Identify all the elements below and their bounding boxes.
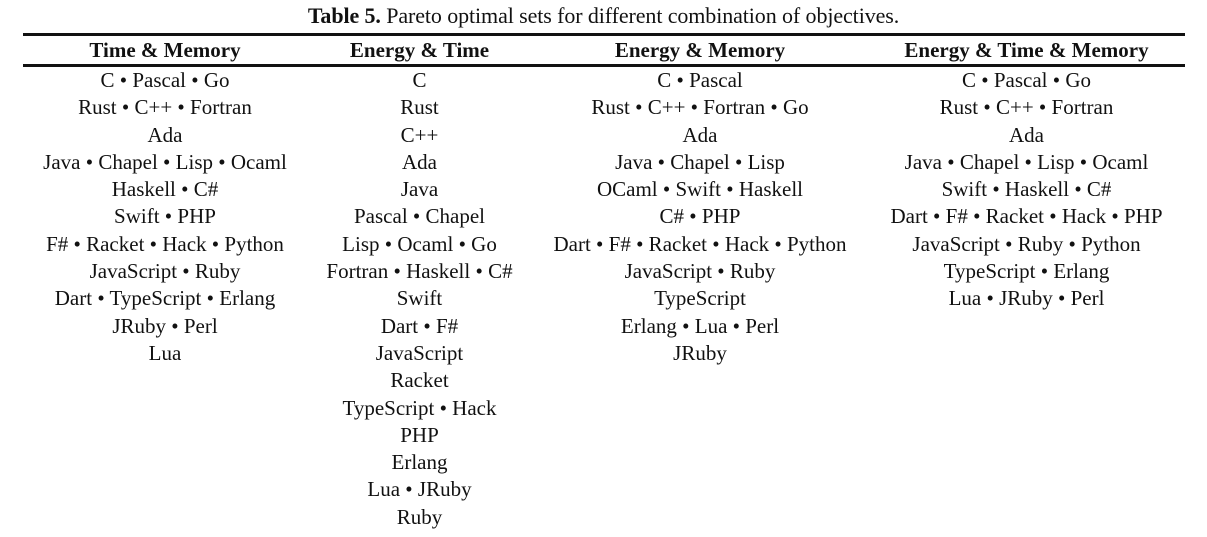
table-cell: C • Pascal <box>657 68 743 92</box>
table-cell: C++ <box>400 122 439 147</box>
table-cell: Swift • PHP <box>114 204 216 229</box>
table-cell: Swift <box>396 286 443 311</box>
table-cell: Ada <box>402 149 437 174</box>
table-cell: Lisp • Ocaml • Go <box>342 231 497 256</box>
table-cell: Dart • F# • Racket • Hack • Python <box>553 231 847 256</box>
column-header: Energy & Time & Memory <box>904 38 1149 62</box>
table-cell: Lua • JRuby <box>367 477 472 502</box>
table-cell: Java • Chapel • Lisp • Ocaml <box>904 149 1149 174</box>
table-cell: Ada <box>1009 122 1044 147</box>
column-header: Energy & Time <box>349 38 490 62</box>
table-cell: PHP <box>400 422 439 447</box>
table-cell: Ada <box>147 122 183 147</box>
table-cell: Fortran • Haskell • C# <box>326 259 513 284</box>
table-cell: Lua • JRuby • Perl <box>948 286 1105 311</box>
table-cell: TypeScript <box>654 286 746 311</box>
table-cell: Java • Chapel • Lisp • Ocaml <box>43 149 287 174</box>
column-header: Energy & Memory <box>614 38 786 62</box>
column-cells: C Rust C++ Ada Java Pascal • Chapel Lisp • Oca… <box>307 67 532 531</box>
table-cell: C • Pascal • Go <box>100 68 230 92</box>
table-cell: F# • Racket • Hack • Python <box>46 231 284 256</box>
column-cells: C • Pascal • Go Rust • C++ • Fortran Ada Ja… <box>23 67 307 367</box>
table-cell: Rust • C++ • Fortran • Go <box>591 95 809 120</box>
table-cell: JRuby <box>673 340 727 365</box>
table-cell: JRuby • Perl <box>112 313 218 338</box>
table-cell: Swift • Haskell • C# <box>941 177 1112 202</box>
table-cell: JavaScript • Ruby <box>89 259 241 284</box>
table-cell: C# • PHP <box>659 204 741 229</box>
table-cell: Rust <box>400 95 439 120</box>
column-cells: C • Pascal • Go Rust • C++ • Fortran Ada Ja… <box>868 67 1185 313</box>
table-cell: Ada <box>682 122 718 147</box>
table-cell: Dart • TypeScript • Erlang <box>54 286 276 311</box>
table-cell: C • Pascal • Go <box>961 68 1092 92</box>
table-cell: Ruby <box>396 504 443 529</box>
table-cell: Pascal • Chapel <box>354 204 485 229</box>
table-cell: TypeScript • Erlang <box>943 259 1110 284</box>
table-cell: JavaScript <box>375 340 464 365</box>
table-cell: Lua <box>148 340 182 365</box>
table-cell: Java • Chapel • Lisp <box>615 149 785 174</box>
table-cell: Haskell • C# <box>111 177 219 202</box>
table-cell: Dart • F# • Racket • Hack • PHP <box>890 204 1163 229</box>
table-cell: JavaScript • Ruby • Python <box>912 231 1141 256</box>
table-cell: TypeScript • Hack <box>342 395 497 420</box>
column-cells: C • Pascal Rust • C++ • Fortran • Go Ada Ja… <box>532 67 868 367</box>
table-cell: C <box>412 68 427 92</box>
caption-label: Table 5. <box>307 3 381 28</box>
table-cell: OCaml • Swift • Haskell <box>596 177 804 202</box>
table-cell: Dart • F# <box>380 313 459 338</box>
table-cell: Erlang • Lua • Perl <box>620 313 780 338</box>
table-cell: Racket <box>390 368 449 393</box>
table-cell: Rust • C++ • Fortran <box>939 95 1114 120</box>
table-cell: Erlang <box>391 450 448 475</box>
caption-text: Pareto optimal sets for different combin… <box>380 3 900 28</box>
table-cell: JavaScript • Ruby <box>624 259 776 284</box>
table-cell: Rust • C++ • Fortran <box>78 95 252 120</box>
column-header: Time & Memory <box>89 38 241 62</box>
table-cell: Java <box>400 177 439 202</box>
table-caption: Table 5. Pareto optimal sets for differe… <box>0 2 1207 30</box>
